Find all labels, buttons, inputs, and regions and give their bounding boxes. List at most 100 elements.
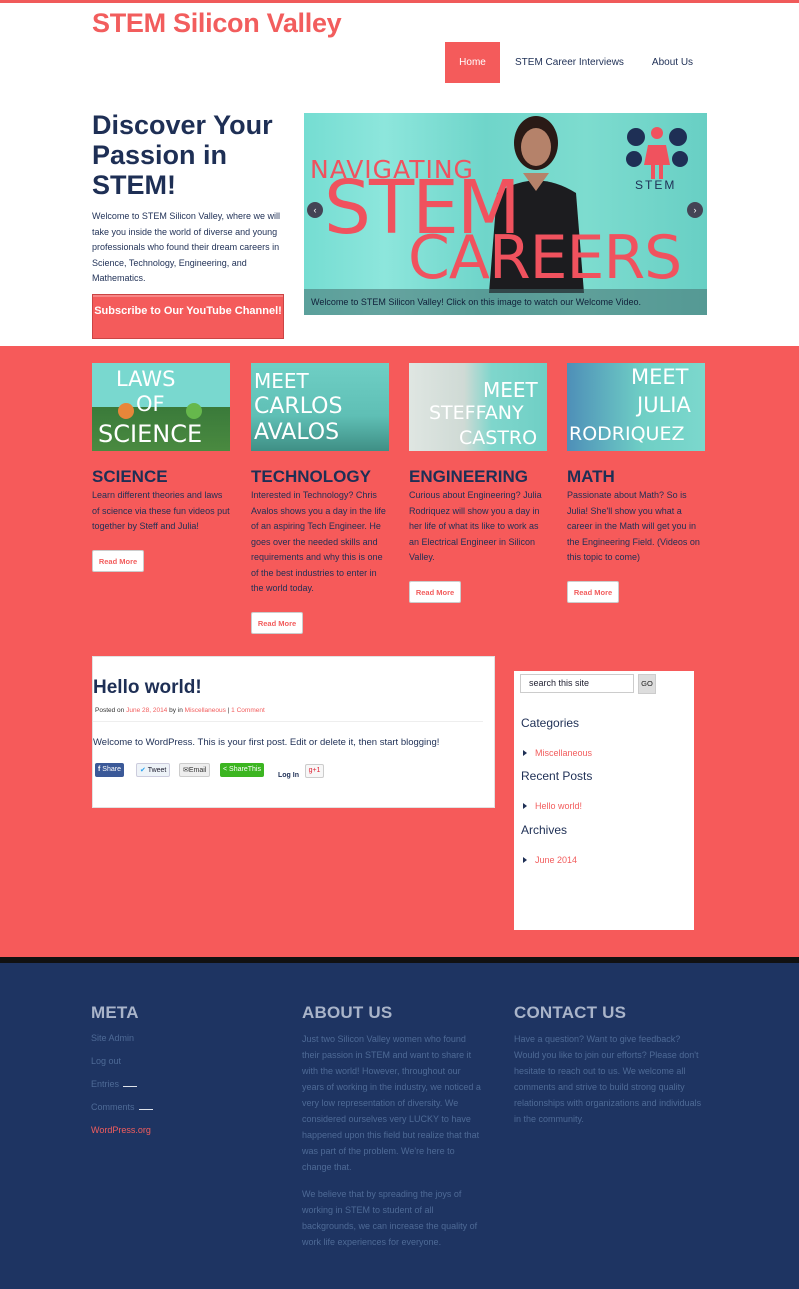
tweet-button[interactable]: ✔ Tweet xyxy=(136,763,171,777)
comments-label: Comments xyxy=(91,1102,135,1112)
email-label: Email xyxy=(188,767,207,774)
entries-rss-link[interactable]: Entries xyxy=(91,1079,138,1089)
categories-heading: Categories xyxy=(521,716,580,730)
card-text: Learn different theories and laws of sci… xyxy=(92,490,230,531)
rss-icon xyxy=(138,1109,153,1110)
nav-stem-career-interviews[interactable]: STEM Career Interviews xyxy=(500,42,638,83)
thumb-eng-line-2: STEFFANY xyxy=(429,402,524,424)
posted-on-label: Posted on xyxy=(95,707,125,714)
contact-text: Have a question? Want to give feedback? … xyxy=(514,1034,702,1124)
thumb-tech-line-3: AVALOS xyxy=(254,420,340,445)
meta-separator: | xyxy=(227,707,230,714)
subscribe-button[interactable]: Subscribe to Our YouTube Channel! xyxy=(92,294,284,339)
recent-post-label: Hello world! xyxy=(535,801,583,811)
post-meta: Posted on June 28, 2014 by in Miscellane… xyxy=(95,707,265,714)
slider-prev-button[interactable]: ‹ xyxy=(307,202,323,218)
slider-heading-careers: CAREERS xyxy=(408,223,682,293)
bullet-arrow-icon xyxy=(523,750,527,756)
thumb-science-line-1: LAWS xyxy=(116,367,176,391)
comments-rss-link[interactable]: Comments xyxy=(91,1102,153,1112)
rss-icon xyxy=(123,1086,138,1087)
recent-posts-heading: Recent Posts xyxy=(521,769,593,783)
science-thumbnail[interactable]: LAWS OF SCIENCE xyxy=(92,363,230,451)
category-label: Miscellaneous xyxy=(535,748,593,758)
engineering-thumbnail[interactable]: MEET STEFFANY CASTRO xyxy=(409,363,547,451)
facebook-share-button[interactable]: f Share xyxy=(95,763,124,777)
ball-image xyxy=(118,403,134,419)
read-more-button[interactable]: Read More xyxy=(251,611,303,634)
about-text-1: Just two Silicon Valley women who found … xyxy=(302,1034,481,1172)
email-share-button[interactable]: ✉Email xyxy=(179,763,211,777)
technology-thumbnail[interactable]: MEET CARLOS AVALOS xyxy=(251,363,389,451)
facebook-icon: f xyxy=(98,766,101,773)
stem-logo-label: STEM xyxy=(635,178,677,192)
site-title[interactable]: STEM Silicon Valley xyxy=(92,8,342,39)
post-title[interactable]: Hello world! xyxy=(93,677,202,699)
slider-caption[interactable]: Welcome to STEM Silicon Valley! Click on… xyxy=(304,289,707,315)
card-science: LAWS OF SCIENCE SCIENCE Learn different … xyxy=(92,363,230,572)
twitter-icon: ✔ xyxy=(140,767,146,774)
footer-contact-heading: CONTACT US xyxy=(514,1003,627,1022)
thumb-tech-line-1: MEET xyxy=(254,369,309,393)
top-accent-line xyxy=(0,0,799,3)
post-divider xyxy=(93,721,483,722)
post-comments-link[interactable]: 1 Comment xyxy=(231,707,265,714)
post-body: Welcome to WordPress. This is your first… xyxy=(93,737,440,748)
sharethis-button[interactable]: < ShareThis xyxy=(220,763,264,777)
wordpress-org-link[interactable]: WordPress.org xyxy=(91,1125,151,1135)
recent-post-link[interactable]: Hello world! xyxy=(523,801,582,811)
site-admin-link[interactable]: Site Admin xyxy=(91,1033,134,1043)
card-title: ENGINEERING xyxy=(409,467,529,486)
card-text: Passionate about Math? So is Julia! She'… xyxy=(567,490,700,562)
post-by-label: by in xyxy=(169,707,183,714)
google-plus-button[interactable]: g+1 xyxy=(305,764,324,778)
post-category-link[interactable]: Miscellaneous xyxy=(185,707,226,714)
card-text: Curious about Engineering? Julia Rodriqu… xyxy=(409,490,542,562)
footer: META Site Admin Log out Entries Comments… xyxy=(0,963,799,1289)
card-engineering: MEET STEFFANY CASTRO ENGINEERING Curious… xyxy=(409,363,547,603)
footer-about-heading: ABOUT US xyxy=(302,1003,393,1022)
facebook-share-label: Share xyxy=(102,766,121,773)
card-title: SCIENCE xyxy=(92,467,168,486)
blog-post: Hello world! Posted on June 28, 2014 by … xyxy=(92,656,495,808)
thumb-science-line-3: SCIENCE xyxy=(98,420,203,448)
nav-about-us[interactable]: About Us xyxy=(638,42,707,83)
thumb-math-line-3: RODRIQUEZ xyxy=(569,423,685,445)
sidebar: search this site GO Categories Miscellan… xyxy=(514,671,694,930)
card-title: TECHNOLOGY xyxy=(251,467,371,486)
thumb-eng-line-3: CASTRO xyxy=(459,427,538,449)
main-nav: Home STEM Career Interviews About Us xyxy=(445,42,707,83)
archive-link[interactable]: June 2014 xyxy=(523,855,577,865)
archives-heading: Archives xyxy=(521,823,568,837)
thumb-tech-line-2: CARLOS xyxy=(254,394,343,419)
footer-meta-heading: META xyxy=(91,1003,139,1022)
search-go-button[interactable]: GO xyxy=(638,674,656,694)
math-thumbnail[interactable]: MEET JULIA RODRIQUEZ xyxy=(567,363,705,451)
login-link[interactable]: Log In xyxy=(278,772,299,779)
post-date-link[interactable]: June 28, 2014 xyxy=(126,707,167,714)
hero-title: Discover Your Passion in STEM! xyxy=(92,110,273,200)
sharethis-label: ShareThis xyxy=(229,766,261,773)
thumb-math-line-2: JULIA xyxy=(637,393,691,417)
card-title: MATH xyxy=(567,467,615,486)
thumb-science-line-2: OF xyxy=(136,392,165,416)
share-icon: < xyxy=(223,766,228,773)
thumb-eng-line-1: MEET xyxy=(483,378,538,402)
bullet-arrow-icon xyxy=(523,857,527,863)
ball-image xyxy=(186,403,202,419)
archive-label: June 2014 xyxy=(535,855,578,865)
search-input[interactable]: search this site xyxy=(520,674,634,693)
nav-home[interactable]: Home xyxy=(445,42,500,83)
read-more-button[interactable]: Read More xyxy=(567,580,619,603)
read-more-button[interactable]: Read More xyxy=(92,549,144,572)
slider-next-button[interactable]: › xyxy=(687,202,703,218)
log-out-link[interactable]: Log out xyxy=(91,1056,121,1066)
entries-label: Entries xyxy=(91,1079,120,1089)
about-text-2: We believe that by spreading the joys of… xyxy=(302,1189,478,1247)
tweet-label: Tweet xyxy=(147,767,167,774)
category-link[interactable]: Miscellaneous xyxy=(523,748,592,758)
read-more-button[interactable]: Read More xyxy=(409,580,461,603)
thumb-math-line-1: MEET xyxy=(631,365,689,389)
welcome-video-slider[interactable]: NAVIGATING STEM CAREERS STEM ‹ › Welcome… xyxy=(304,113,707,315)
hero-text: Welcome to STEM Silicon Valley, where we… xyxy=(92,211,281,283)
